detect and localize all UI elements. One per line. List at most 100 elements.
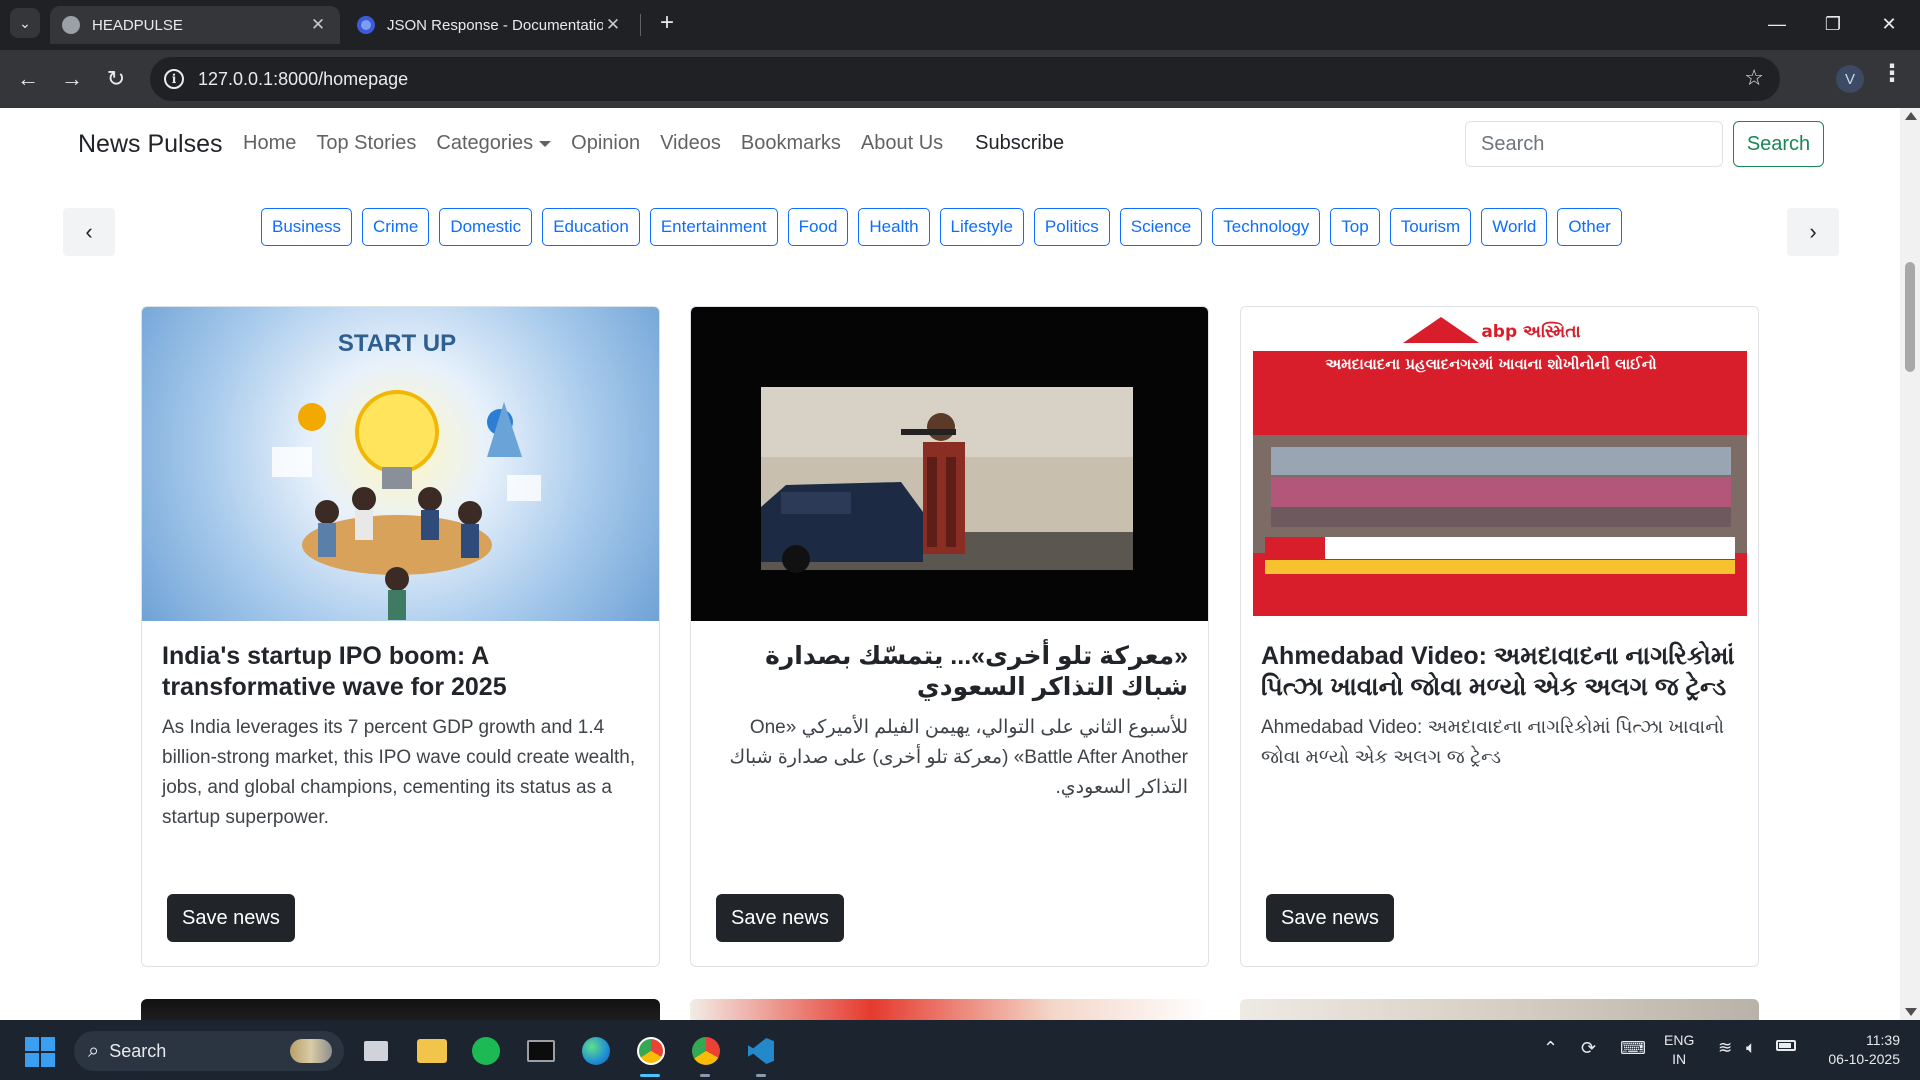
nav-home[interactable]: Home (243, 132, 296, 155)
volume-icon[interactable]: 🔈︎ (1746, 1038, 1756, 1058)
save-news-button[interactable]: Save news (167, 894, 295, 942)
language-code: ENG (1664, 1032, 1695, 1048)
save-news-button[interactable]: Save news (1266, 894, 1394, 942)
windows-taskbar: ⌕ Search ⌃ ⟳ ⌨ ENG IN ≋ 🔈︎ 11:39 06-10-2… (0, 1020, 1920, 1080)
tab-json-response[interactable]: JSON Response - Documentation ✕ (345, 6, 635, 44)
forward-arrow-icon[interactable]: → (56, 63, 88, 95)
reload-icon[interactable]: ↻ (100, 63, 132, 95)
search-icon: ⌕ (88, 1039, 100, 1062)
site-navbar: News Pulses Home Top Stories Categories … (0, 108, 1900, 180)
keyboard-icon[interactable]: ⌨ (1620, 1038, 1646, 1059)
back-arrow-icon[interactable]: ← (12, 63, 44, 95)
bookmark-star-icon[interactable]: ☆ (1744, 65, 1764, 91)
category-technology[interactable]: Technology (1212, 208, 1321, 246)
url-text[interactable]: 127.0.0.1:8000/homepage (198, 69, 408, 90)
category-domestic[interactable]: Domestic (439, 208, 533, 246)
restore-icon[interactable]: ❐ (1810, 6, 1856, 42)
movie-still-illustration (761, 387, 1133, 573)
window-close-icon[interactable]: ✕ (1866, 6, 1912, 42)
sync-icon[interactable]: ⟳ (1581, 1038, 1596, 1059)
category-lifestyle[interactable]: Lifestyle (939, 208, 1024, 246)
scroll-up-arrow-icon[interactable] (1905, 112, 1917, 120)
news-title[interactable]: «معركة تلو أخرى»... يتمسّك بصدارة شباك ا… (711, 641, 1188, 703)
browser-tab-strip: ⌄ HEADPULSE ✕ JSON Response - Documentat… (0, 0, 1920, 50)
tab-search-chevron-icon[interactable]: ⌄ (10, 8, 40, 38)
chrome-page-icon (357, 16, 375, 34)
search-button[interactable]: Search (1733, 121, 1824, 167)
scrollbar-thumb[interactable] (1905, 262, 1915, 372)
tab-title: JSON Response - Documentation (387, 16, 603, 34)
chevron-left-icon[interactable]: ‹ (63, 208, 115, 256)
save-news-button[interactable]: Save news (716, 894, 844, 942)
file-explorer-icon[interactable] (414, 1033, 450, 1069)
wifi-icon[interactable]: ≋ (1718, 1038, 1732, 1058)
category-food[interactable]: Food (787, 208, 849, 246)
close-icon[interactable]: ✕ (308, 15, 328, 35)
news-image-startup: START UP (142, 307, 659, 621)
region-code: IN (1672, 1051, 1687, 1067)
news-card: «معركة تلو أخرى»... يتمسّك بصدارة شباك ا… (690, 306, 1209, 967)
menu-kebab-icon[interactable]: ⋮ (1880, 62, 1904, 86)
vscode-icon[interactable] (743, 1033, 779, 1069)
category-bar: Business Crime Domestic Education Entert… (261, 208, 1632, 246)
close-icon[interactable]: ✕ (603, 15, 623, 35)
nav-opinion[interactable]: Opinion (571, 132, 640, 155)
category-crime[interactable]: Crime (361, 208, 430, 246)
taskbar-search-label: Search (109, 1040, 167, 1061)
category-top[interactable]: Top (1330, 208, 1380, 246)
channel-logo-text: abp અસ્મિતા (1481, 321, 1580, 342)
category-entertainment[interactable]: Entertainment (649, 208, 778, 246)
nav-subscribe[interactable]: Subscribe (975, 132, 1064, 155)
search-input[interactable] (1465, 121, 1723, 167)
image-headline-text: અમદાવાદના પ્રહલાદનગરમાં ખાવાના શોખીનોની … (1325, 354, 1657, 373)
news-card-partial (1240, 999, 1759, 1020)
chevron-right-icon[interactable]: › (1787, 208, 1839, 256)
nav-videos[interactable]: Videos (660, 132, 721, 155)
language-indicator[interactable]: ENG IN (1664, 1031, 1694, 1069)
news-title[interactable]: India's startup IPO boom: A transformati… (162, 641, 639, 703)
chrome-profile-icon[interactable] (688, 1033, 724, 1069)
page-scrollbar[interactable] (1900, 108, 1920, 1020)
card-body: India's startup IPO boom: A transformati… (162, 641, 639, 833)
nav-top-stories[interactable]: Top Stories (316, 132, 416, 155)
scroll-down-arrow-icon[interactable] (1905, 1008, 1917, 1016)
running-app-indicator (756, 1074, 766, 1077)
news-card-partial (690, 999, 1209, 1020)
spotify-icon[interactable] (468, 1033, 504, 1069)
taskbar-search[interactable]: ⌕ Search (74, 1031, 344, 1071)
address-bar[interactable]: i 127.0.0.1:8000/homepage ☆ (150, 57, 1780, 101)
chrome-icon-active[interactable] (633, 1033, 669, 1069)
card-body: «معركة تلو أخرى»... يتمسّك بصدارة شباك ا… (711, 641, 1188, 803)
nav-about-us[interactable]: About Us (861, 132, 943, 155)
minimize-icon[interactable]: — (1754, 6, 1800, 42)
news-title[interactable]: Ahmedabad Video: અમદાવાદના નાગરિકોમાં પિ… (1261, 641, 1738, 703)
running-app-indicator (700, 1074, 710, 1077)
battery-icon[interactable] (1776, 1040, 1796, 1051)
category-science[interactable]: Science (1119, 208, 1203, 246)
task-view-icon[interactable] (358, 1033, 394, 1069)
category-business[interactable]: Business (261, 208, 352, 246)
globe-icon (62, 16, 80, 34)
news-description: Ahmedabad Video: અમદાવાદના નાગરિકોમાં પિ… (1261, 717, 1725, 768)
system-clock[interactable]: 11:39 06-10-2025 (1810, 1031, 1900, 1069)
category-education[interactable]: Education (542, 208, 640, 246)
new-tab-plus-icon[interactable]: + (652, 8, 682, 38)
category-politics[interactable]: Politics (1033, 208, 1110, 246)
tab-headpulse[interactable]: HEADPULSE ✕ (50, 6, 340, 44)
nav-bookmarks[interactable]: Bookmarks (741, 132, 841, 155)
terminal-icon[interactable] (523, 1033, 559, 1069)
news-image-ahmedabad: abp અસ્મિતા અમદાવાદના પ્રહલાદનગરમાં ખાવા… (1241, 307, 1758, 621)
windows-start-icon[interactable] (25, 1037, 55, 1067)
site-brand[interactable]: News Pulses (78, 130, 223, 159)
site-info-icon[interactable]: i (164, 69, 184, 89)
nav-categories-dropdown[interactable]: Categories (436, 132, 551, 155)
category-tourism[interactable]: Tourism (1389, 208, 1472, 246)
profile-avatar[interactable]: V (1836, 65, 1864, 93)
category-health[interactable]: Health (858, 208, 930, 246)
tab-divider (640, 14, 641, 36)
ahmedabad-news-graphic: abp અસ્મિતા અમદાવાદના પ્રહલાદનગરમાં ખાવા… (1253, 313, 1747, 616)
category-other[interactable]: Other (1557, 208, 1622, 246)
edge-icon[interactable] (578, 1033, 614, 1069)
category-world[interactable]: World (1481, 208, 1548, 246)
tray-chevron-up-icon[interactable]: ⌃ (1543, 1038, 1558, 1059)
